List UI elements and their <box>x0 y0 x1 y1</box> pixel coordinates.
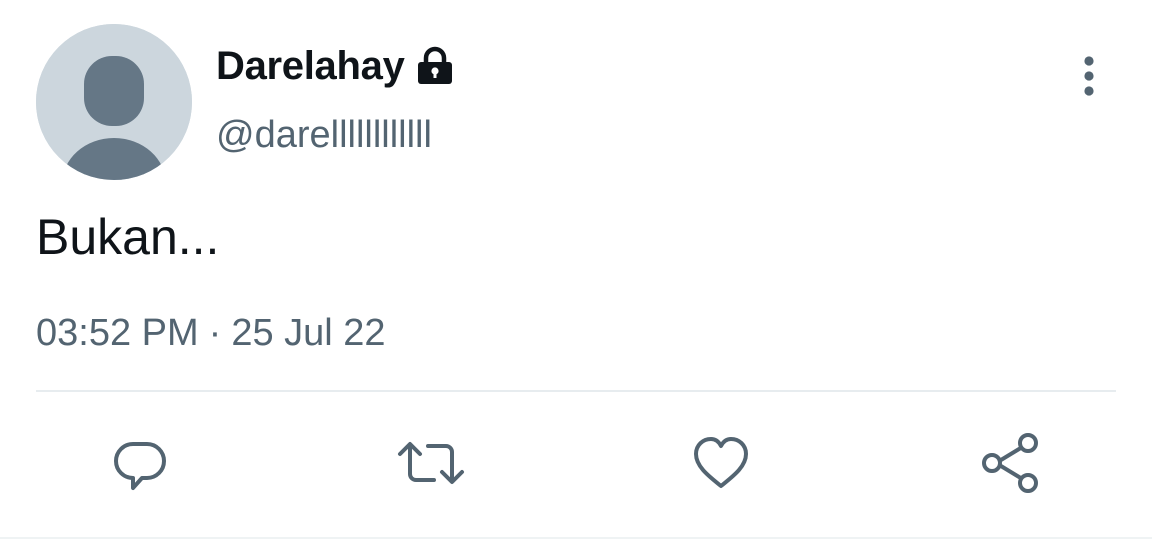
retweet-icon <box>398 442 464 484</box>
author-name-row[interactable]: Darelahay <box>216 40 455 92</box>
like-button[interactable] <box>686 428 756 498</box>
reply-button[interactable] <box>105 428 175 498</box>
more-vertical-icon <box>1084 56 1094 96</box>
display-name[interactable]: Darelahay <box>216 40 405 92</box>
default-avatar-icon <box>36 24 192 180</box>
avatar[interactable] <box>36 24 192 180</box>
tweet-timestamp[interactable]: 03:52 PM · 25 Jul 22 <box>36 308 386 358</box>
tweet-text: Bukan... <box>36 209 220 265</box>
share-icon <box>982 433 1038 493</box>
like-icon <box>694 437 748 488</box>
retweet-button[interactable] <box>396 428 466 498</box>
timestamp-separator: · <box>208 312 222 354</box>
tweet-detail: Darelahay @darellllllllllll Bukan... 03:… <box>0 0 1152 555</box>
user-handle[interactable]: @darellllllllllll <box>216 110 432 160</box>
share-button[interactable] <box>976 428 1046 498</box>
divider <box>36 390 1116 392</box>
tweet-date: 25 Jul 22 <box>231 312 386 354</box>
lock-icon <box>415 46 455 86</box>
tweet-time: 03:52 PM <box>36 312 199 354</box>
more-options-button[interactable] <box>1068 52 1110 100</box>
reply-icon <box>114 442 166 490</box>
bottom-divider <box>0 537 1152 539</box>
